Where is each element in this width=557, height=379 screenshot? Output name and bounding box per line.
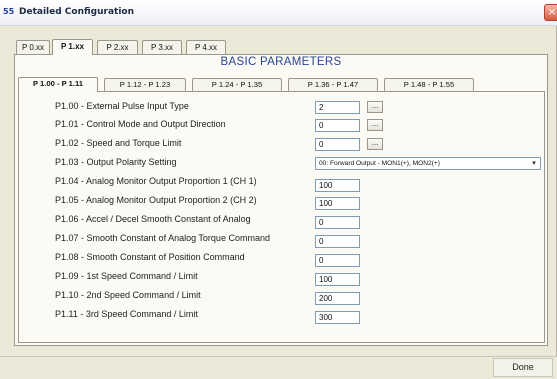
- close-button[interactable]: ×: [544, 4, 557, 21]
- param-select-value-p1-03: 00: Forward Output - MON1(+), MON2(+): [319, 160, 440, 167]
- tab-p1[interactable]: P 1.xx: [52, 39, 93, 55]
- param-input-p1-01[interactable]: 0: [315, 119, 360, 132]
- section-title: BASIC PARAMETERS: [220, 56, 342, 68]
- tab-p1-12-23[interactable]: P 1.12 - P 1.23: [104, 78, 186, 91]
- tab-p4[interactable]: P 4.xx: [186, 40, 226, 54]
- param-options-button-p1-00[interactable]: ...: [367, 101, 383, 113]
- tab-p1-24-35[interactable]: P 1.24 - P 1.35: [192, 78, 282, 91]
- param-label-p1-02: P1.02 - Speed and Torque Limit: [55, 138, 182, 148]
- param-input-p1-10[interactable]: 200: [315, 292, 360, 305]
- param-label-p1-07: P1.07 - Smooth Constant of Analog Torque…: [55, 233, 270, 243]
- param-label-p1-01: P1.01 - Control Mode and Output Directio…: [55, 119, 226, 129]
- tab-p3[interactable]: P 3.xx: [142, 40, 182, 54]
- tab-p2[interactable]: P 2.xx: [97, 40, 138, 54]
- param-options-button-p1-01[interactable]: ...: [367, 119, 383, 131]
- param-input-p1-06[interactable]: 0: [315, 216, 360, 229]
- param-options-button-p1-02[interactable]: ...: [367, 138, 383, 150]
- param-input-p1-00[interactable]: 2: [315, 101, 360, 114]
- param-input-p1-11[interactable]: 300: [315, 311, 360, 324]
- param-label-p1-05: P1.05 - Analog Monitor Output Proportion…: [55, 195, 257, 205]
- param-label-p1-00: P1.00 - External Pulse Input Type: [55, 101, 189, 111]
- param-label-p1-11: P1.11 - 3rd Speed Command / Limit: [55, 309, 198, 319]
- param-label-p1-06: P1.06 - Accel / Decel Smooth Constant of…: [55, 214, 251, 224]
- param-input-p1-07[interactable]: 0: [315, 235, 360, 248]
- param-input-p1-04[interactable]: 100: [315, 179, 360, 192]
- status-bar: [0, 356, 557, 379]
- param-label-p1-03: P1.03 - Output Polarity Setting: [55, 157, 177, 167]
- param-input-p1-08[interactable]: 0: [315, 254, 360, 267]
- tab-p0[interactable]: P 0.xx: [16, 40, 50, 54]
- param-input-p1-05[interactable]: 100: [315, 197, 360, 210]
- title-bar[interactable]: 55 Detailed Configuration ×: [0, 0, 557, 26]
- app-icon: 55: [3, 7, 15, 16]
- param-label-p1-10: P1.10 - 2nd Speed Command / Limit: [55, 290, 201, 300]
- tab-p1-00-11[interactable]: P 1.00 - P 1.11: [18, 77, 98, 92]
- tab-p1-36-47[interactable]: P 1.36 - P 1.47: [288, 78, 378, 91]
- configuration-window: 55 Detailed Configuration × P 0.xx P 1.x…: [0, 0, 557, 379]
- chevron-down-icon[interactable]: ▾: [528, 158, 540, 169]
- param-input-p1-09[interactable]: 100: [315, 273, 360, 286]
- param-label-p1-08: P1.08 - Smooth Constant of Position Comm…: [55, 252, 245, 262]
- param-select-p1-03[interactable]: 00: Forward Output - MON1(+), MON2(+) ▾: [315, 157, 541, 170]
- done-button[interactable]: Done: [493, 358, 553, 377]
- param-label-p1-09: P1.09 - 1st Speed Command / Limit: [55, 271, 198, 281]
- param-input-p1-02[interactable]: 0: [315, 138, 360, 151]
- window-title: Detailed Configuration: [19, 7, 135, 17]
- param-label-p1-04: P1.04 - Analog Monitor Output Proportion…: [55, 176, 257, 186]
- tab-p1-48-55[interactable]: P 1.48 - P 1.55: [384, 78, 474, 91]
